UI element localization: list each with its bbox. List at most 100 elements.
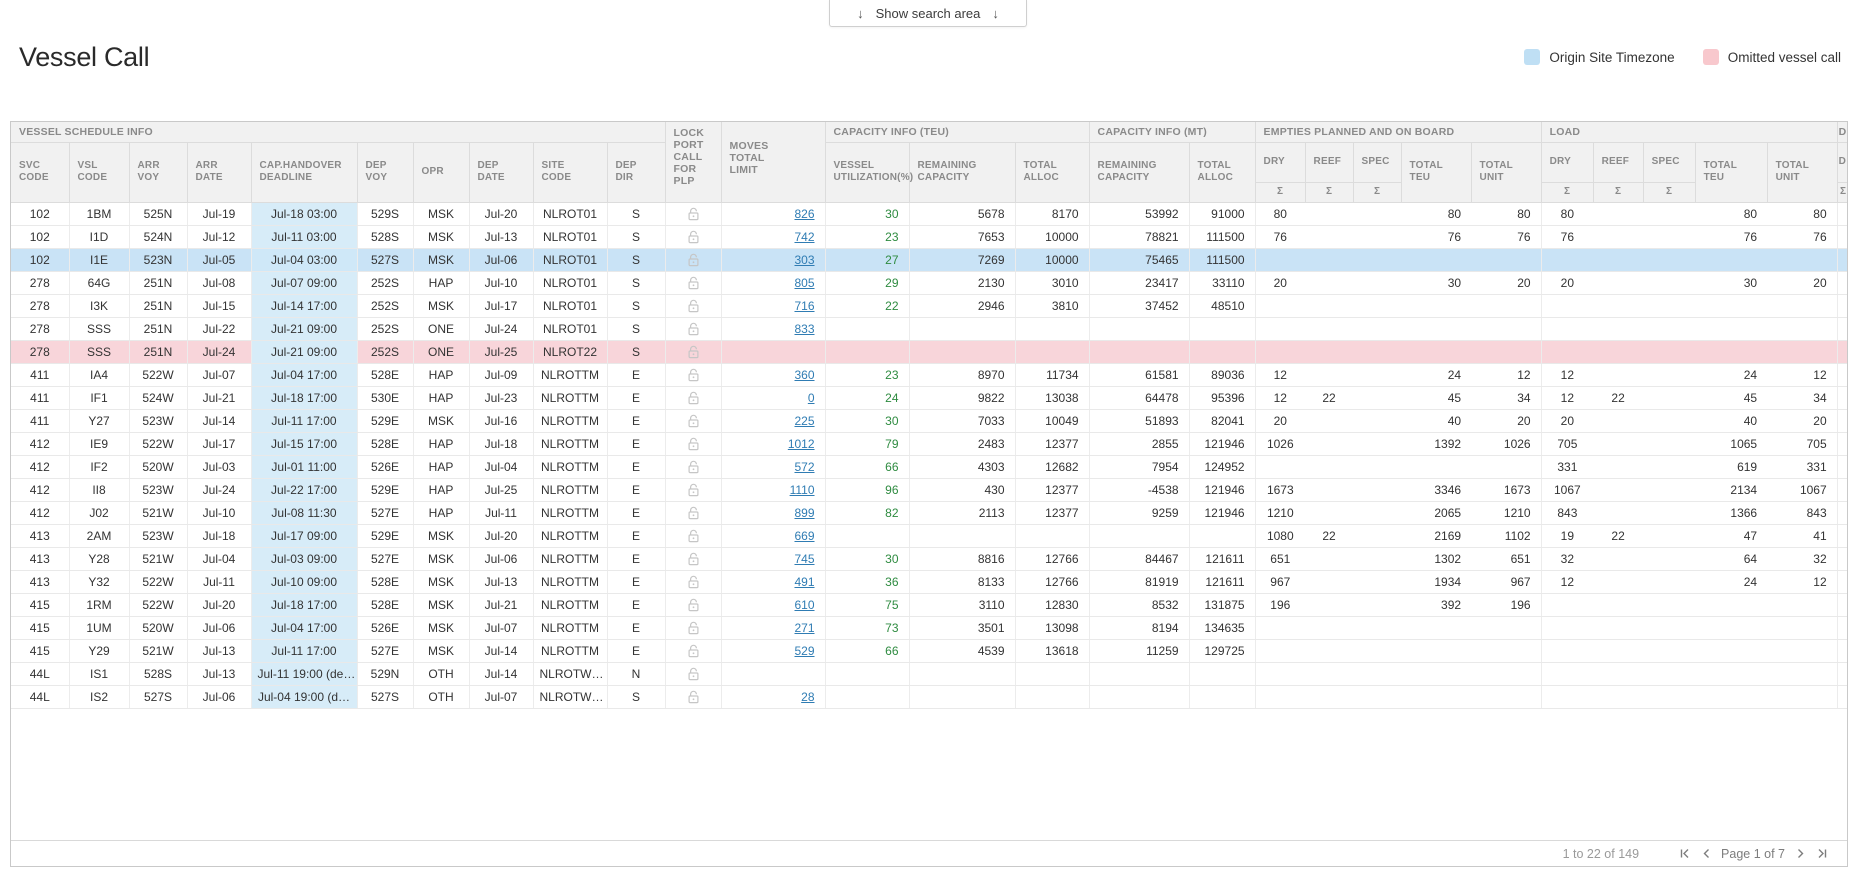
lock-icon[interactable] bbox=[687, 506, 700, 520]
moves-total-limit-link[interactable]: 669 bbox=[794, 529, 814, 543]
column-load-total-teu[interactable]: TOTAL TEU bbox=[1695, 142, 1767, 202]
lock-icon[interactable] bbox=[687, 437, 700, 451]
lock-icon[interactable] bbox=[687, 253, 700, 267]
column-load-total-unit[interactable]: TOTAL UNIT bbox=[1767, 142, 1837, 202]
lock-icon[interactable] bbox=[687, 460, 700, 474]
moves-total-limit-link[interactable]: 826 bbox=[794, 207, 814, 221]
moves-total-limit-link[interactable]: 360 bbox=[794, 368, 814, 382]
column-site-code[interactable]: SITE CODE bbox=[533, 142, 607, 202]
table-row[interactable]: 4132AM523WJul-18Jul-17 09:00529EMSKJul-2… bbox=[11, 524, 1848, 547]
lock-icon[interactable] bbox=[687, 598, 700, 612]
column-load-dry[interactable]: DRY bbox=[1541, 142, 1593, 182]
column-empties-total-teu[interactable]: TOTAL TEU bbox=[1401, 142, 1471, 202]
table-row[interactable]: 102I1D524NJul-12Jul-11 03:00528SMSKJul-1… bbox=[11, 225, 1848, 248]
lock-icon[interactable] bbox=[687, 575, 700, 589]
moves-total-limit-link[interactable]: 529 bbox=[794, 644, 814, 658]
table-row[interactable]: 415Y29521WJul-13Jul-11 17:00527EMSKJul-1… bbox=[11, 639, 1848, 662]
table-row[interactable]: 278SSS251NJul-24Jul-21 09:00252SONEJul-2… bbox=[11, 340, 1848, 363]
moves-total-limit-link[interactable]: 805 bbox=[794, 276, 814, 290]
next-page-icon[interactable] bbox=[1789, 844, 1811, 864]
table-row[interactable]: 413Y32522WJul-11Jul-10 09:00528EMSKJul-1… bbox=[11, 570, 1848, 593]
lock-icon[interactable] bbox=[687, 299, 700, 313]
moves-total-limit-link[interactable]: 572 bbox=[794, 460, 814, 474]
table-row[interactable]: 411Y27523WJul-14Jul-11 17:00529EMSKJul-1… bbox=[11, 409, 1848, 432]
column-empties-spec[interactable]: SPEC bbox=[1353, 142, 1401, 182]
moves-total-limit-link[interactable]: 745 bbox=[794, 552, 814, 566]
moves-total-limit-link[interactable]: 491 bbox=[794, 575, 814, 589]
column-total-alloc-mt[interactable]: TOTAL ALLOC bbox=[1189, 142, 1255, 202]
column-moves-total-limit[interactable]: MOVES TOTAL LIMIT bbox=[721, 122, 825, 202]
table-row[interactable]: 412IF2520WJul-03Jul-01 11:00526EHAPJul-0… bbox=[11, 455, 1848, 478]
column-load-spec[interactable]: SPEC bbox=[1643, 142, 1695, 182]
column-total-alloc-teu[interactable]: TOTAL ALLOC bbox=[1015, 142, 1089, 202]
column-lock-port-call-for-plp[interactable]: LOCK PORT CALL FOR PLP bbox=[665, 122, 721, 202]
table-row[interactable]: 412IE9522WJul-17Jul-15 17:00528EHAPJul-1… bbox=[11, 432, 1848, 455]
column-svc-code[interactable]: SVC CODE bbox=[11, 142, 69, 202]
moves-total-limit-link[interactable]: 225 bbox=[794, 414, 814, 428]
moves-total-limit-link[interactable]: 28 bbox=[801, 690, 814, 704]
moves-total-limit-link[interactable]: 303 bbox=[794, 253, 814, 267]
table-row[interactable]: 411IA4522WJul-07Jul-04 17:00528EHAPJul-0… bbox=[11, 363, 1848, 386]
lTeu-cell bbox=[1695, 685, 1767, 708]
table-row[interactable]: 27864G251NJul-08Jul-07 09:00252SHAPJul-1… bbox=[11, 271, 1848, 294]
column-vsl-code[interactable]: VSL CODE bbox=[69, 142, 129, 202]
first-page-icon[interactable] bbox=[1673, 844, 1695, 864]
eTeu-cell: 1392 bbox=[1401, 432, 1471, 455]
moves-total-limit-link[interactable]: 833 bbox=[794, 322, 814, 336]
moves-total-limit-link[interactable]: 1110 bbox=[790, 483, 815, 497]
lock-icon[interactable] bbox=[687, 345, 700, 359]
table-row[interactable]: 412II8523WJul-24Jul-22 17:00529EHAPJul-2… bbox=[11, 478, 1848, 501]
lock-icon[interactable] bbox=[687, 644, 700, 658]
table-row[interactable]: 1021BM525NJul-19Jul-18 03:00529SMSKJul-2… bbox=[11, 202, 1848, 225]
column-empties-dry[interactable]: DRY bbox=[1255, 142, 1305, 182]
column-load-reef[interactable]: REEF bbox=[1593, 142, 1643, 182]
table-row[interactable]: 278SSS251NJul-22Jul-21 09:00252SONEJul-2… bbox=[11, 317, 1848, 340]
moves-total-limit-link[interactable]: 0 bbox=[808, 391, 815, 405]
prev-page-icon[interactable] bbox=[1695, 844, 1717, 864]
column-remaining-capacity-teu[interactable]: REMAINING CAPACITY bbox=[909, 142, 1015, 202]
moves-total-limit-link[interactable]: 610 bbox=[794, 598, 814, 612]
column-arr-voy[interactable]: ARR VOY bbox=[129, 142, 187, 202]
table-row[interactable]: 4151RM522WJul-20Jul-18 17:00528EMSKJul-2… bbox=[11, 593, 1848, 616]
column-empties-reef[interactable]: REEF bbox=[1305, 142, 1353, 182]
column-opr[interactable]: OPR bbox=[413, 142, 469, 202]
lock-icon[interactable] bbox=[687, 207, 700, 221]
lock-icon[interactable] bbox=[687, 322, 700, 336]
table-row[interactable]: 413Y28521WJul-04Jul-03 09:00527EMSKJul-0… bbox=[11, 547, 1848, 570]
moves-total-limit-link[interactable]: 716 bbox=[794, 299, 814, 313]
column-dep-dir[interactable]: DEP DIR bbox=[607, 142, 665, 202]
lock-icon[interactable] bbox=[687, 483, 700, 497]
table-row[interactable]: 412J02521WJul-10Jul-08 11:30527EHAPJul-1… bbox=[11, 501, 1848, 524]
column-cap-handover-deadline[interactable]: CAP.HANDOVER DEADLINE bbox=[251, 142, 357, 202]
moves-total-limit-link[interactable]: 742 bbox=[794, 230, 814, 244]
lock-icon[interactable] bbox=[687, 230, 700, 244]
column-remaining-capacity-mt[interactable]: REMAINING CAPACITY bbox=[1089, 142, 1189, 202]
lock-icon[interactable] bbox=[687, 276, 700, 290]
column-dep-voy[interactable]: DEP VOY bbox=[357, 142, 413, 202]
lock-icon[interactable] bbox=[687, 529, 700, 543]
column-dep-date[interactable]: DEP DATE bbox=[469, 142, 533, 202]
lock-icon[interactable] bbox=[687, 414, 700, 428]
lock-icon[interactable] bbox=[687, 552, 700, 566]
table-row[interactable]: 102I1E523NJul-05Jul-04 03:00527SMSKJul-0… bbox=[11, 248, 1848, 271]
column-arr-date[interactable]: ARR DATE bbox=[187, 142, 251, 202]
lock-icon[interactable] bbox=[687, 391, 700, 405]
table-row[interactable]: 44LIS1528SJul-13Jul-11 19:00 (de…529NOTH… bbox=[11, 662, 1848, 685]
show-search-area-button[interactable]: ↓ Show search area ↓ bbox=[829, 0, 1027, 27]
moves-total-limit-link[interactable]: 271 bbox=[794, 621, 814, 635]
lock-icon[interactable] bbox=[687, 690, 700, 704]
moves-total-limit-link[interactable]: 899 bbox=[794, 506, 814, 520]
table-row[interactable]: 4151UM520WJul-06Jul-04 17:00526EMSKJul-0… bbox=[11, 616, 1848, 639]
lock-icon[interactable] bbox=[687, 368, 700, 382]
table-row[interactable]: 44LIS2527SJul-06Jul-04 19:00 (d…527SOTHJ… bbox=[11, 685, 1848, 708]
depVoy-cell: 528E bbox=[357, 570, 413, 593]
column-vessel-utilization[interactable]: VESSEL UTILIZATION(%) bbox=[825, 142, 909, 202]
table-row[interactable]: 278I3K251NJul-15Jul-14 17:00252SMSKJul-1… bbox=[11, 294, 1848, 317]
lock-icon[interactable] bbox=[687, 667, 700, 681]
moves-total-limit-link[interactable]: 1012 bbox=[788, 437, 815, 451]
lock-icon[interactable] bbox=[687, 621, 700, 635]
depDir-cell: S bbox=[607, 340, 665, 363]
table-row[interactable]: 411IF1524WJul-21Jul-18 17:00530EHAPJul-2… bbox=[11, 386, 1848, 409]
column-empties-total-unit[interactable]: TOTAL UNIT bbox=[1471, 142, 1541, 202]
last-page-icon[interactable] bbox=[1811, 844, 1833, 864]
